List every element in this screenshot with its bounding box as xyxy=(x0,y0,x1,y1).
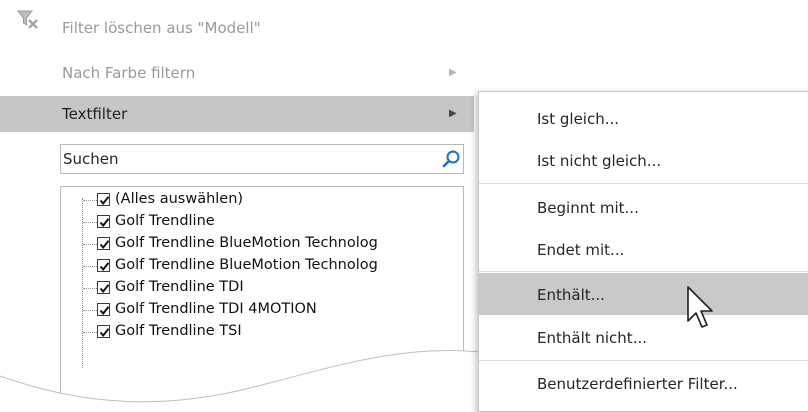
list-item[interactable]: Golf Trendline BlueMotion Technolog xyxy=(61,255,459,277)
checkbox[interactable] xyxy=(97,237,110,250)
torn-edge-decoration xyxy=(0,349,560,412)
submenu-item-label: Enthält nicht... xyxy=(537,329,647,347)
checkbox[interactable] xyxy=(97,281,110,294)
submenu-arrow-icon: ▶ xyxy=(449,108,457,119)
filter-menu: Filter löschen aus "Modell" Nach Farbe f… xyxy=(0,0,560,412)
text-filter-menu-item[interactable]: Textfilter ▶ xyxy=(0,96,474,132)
list-item-label: Golf Trendline xyxy=(115,213,215,229)
submenu-item-not-equals[interactable]: Ist nicht gleich... xyxy=(479,139,808,181)
list-item-label: Golf Trendline BlueMotion Technolog xyxy=(115,235,378,251)
submenu-item-not-contains[interactable]: Enthält nicht... xyxy=(479,316,808,358)
checkbox[interactable] xyxy=(97,215,110,228)
list-item-label: Golf Trendline TDI xyxy=(115,279,244,295)
submenu-item-equals[interactable]: Ist gleich... xyxy=(479,97,808,139)
clear-filter-menu-item[interactable]: Filter löschen aus "Modell" xyxy=(0,10,474,46)
separator xyxy=(479,360,808,361)
color-filter-menu-item[interactable]: Nach Farbe filtern ▶ xyxy=(0,55,474,91)
checkbox[interactable] xyxy=(97,259,110,272)
list-item[interactable]: Golf Trendline TDI xyxy=(61,277,459,299)
list-item-label: (Alles auswählen) xyxy=(115,191,244,207)
list-item-label: Golf Trendline BlueMotion Technolog xyxy=(115,257,378,273)
separator xyxy=(479,271,808,272)
submenu-item-label: Ist nicht gleich... xyxy=(537,152,662,170)
text-filter-label: Textfilter xyxy=(62,105,128,123)
submenu-item-label: Endet mit... xyxy=(537,241,625,259)
checkbox[interactable] xyxy=(97,193,110,206)
search-box[interactable] xyxy=(60,144,464,174)
submenu-item-begins-with[interactable]: Beginnt mit... xyxy=(479,186,808,228)
search-input[interactable] xyxy=(63,148,423,170)
submenu-item-label: Enthält... xyxy=(537,286,605,304)
search-icon[interactable] xyxy=(441,149,461,169)
separator xyxy=(479,183,808,184)
color-filter-label: Nach Farbe filtern xyxy=(62,64,196,82)
submenu-item-ends-with[interactable]: Endet mit... xyxy=(479,228,808,270)
submenu-item-label: Ist gleich... xyxy=(537,110,620,128)
submenu-item-label: Beginnt mit... xyxy=(537,199,639,217)
text-filter-submenu: Ist gleich... Ist nicht gleich... Beginn… xyxy=(478,91,808,412)
submenu-item-custom-filter[interactable]: Benutzerdefinierter Filter... xyxy=(479,362,808,404)
submenu-item-label: Benutzerdefinierter Filter... xyxy=(537,375,738,393)
mouse-cursor-icon xyxy=(687,286,713,328)
list-item-select-all[interactable]: (Alles auswählen) xyxy=(61,189,459,211)
clear-filter-label: Filter löschen aus "Modell" xyxy=(62,19,261,37)
list-item[interactable]: Golf Trendline BlueMotion Technolog xyxy=(61,233,459,255)
list-item[interactable]: Golf Trendline xyxy=(61,211,459,233)
submenu-arrow-icon: ▶ xyxy=(449,67,457,78)
submenu-item-contains[interactable]: Enthält... xyxy=(479,273,808,315)
